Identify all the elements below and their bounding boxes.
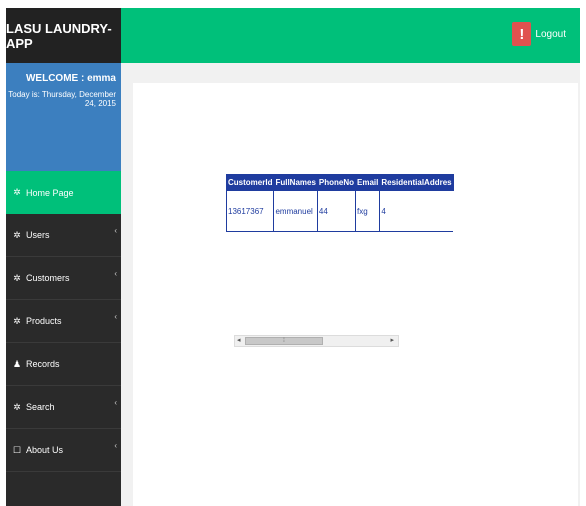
star-icon: ✲ — [13, 229, 21, 240]
table-header-row: CustomerId FullNames PhoneNo Email Resid… — [225, 174, 454, 191]
chevron-left-icon: ‹ — [114, 269, 117, 278]
column-header: PhoneNo — [316, 174, 357, 191]
sidebar-item-label: Customers — [26, 273, 70, 283]
sidebar-item-search[interactable]: ✲ Search ‹ — [6, 386, 121, 429]
alert-icon: ! — [512, 22, 532, 46]
column-header: CustomerId — [225, 174, 275, 191]
star-icon: ✲ — [13, 315, 21, 326]
scroll-left-icon[interactable]: ◂ — [237, 336, 241, 346]
sidebar-item-label: Products — [26, 316, 62, 326]
sidebar-item-label: About Us — [26, 445, 64, 455]
app-title: LASU LAUNDRY-APP — [6, 8, 121, 63]
sidebar-item-label: Records — [26, 359, 60, 369]
table-cell: emmanuel — [273, 190, 318, 232]
logout-button[interactable]: ! Logout — [512, 22, 566, 46]
sidebar-item-label: Search — [26, 402, 55, 412]
sidebar-item-about-us[interactable]: ☐ About Us ‹ — [6, 429, 121, 472]
welcome-panel: WELCOME : emma Today is: Thursday, Decem… — [6, 63, 121, 171]
sidebar: WELCOME : emma Today is: Thursday, Decem… — [6, 63, 121, 506]
customers-table: CustomerId FullNames PhoneNo Email Resid… — [225, 174, 454, 232]
star-icon: ✲ — [13, 272, 21, 283]
square-icon: ☐ — [12, 444, 22, 455]
current-date: Today is: Thursday, December 24, 2015 — [8, 90, 116, 108]
star-icon: ✲ — [13, 401, 21, 412]
chevron-left-icon: ‹ — [114, 441, 117, 450]
sidebar-item-records[interactable]: ♟ Records — [6, 343, 121, 386]
scroll-right-icon[interactable]: ▸ — [390, 336, 394, 346]
horizontal-scrollbar[interactable]: ◂ ⁞ ▸ — [234, 335, 399, 347]
table-cell: 44 — [316, 190, 356, 232]
table-cell: 13617367 — [225, 190, 274, 232]
main-content: CustomerId FullNames PhoneNo Email Resid… — [133, 83, 578, 506]
sidebar-item-label: Users — [26, 230, 50, 240]
logout-label: Logout — [535, 28, 566, 40]
app-window: LASU LAUNDRY-APP ! Logout WELCOME : emma… — [6, 8, 580, 506]
table-cell: fxg — [355, 190, 380, 232]
column-header: Email — [355, 174, 381, 191]
sidebar-item-home-page[interactable]: ✲ Home Page — [6, 171, 121, 214]
sidebar-item-customers[interactable]: ✲ Customers ‹ — [6, 257, 121, 300]
sidebar-item-products[interactable]: ✲ Products ‹ — [6, 300, 121, 343]
chevron-left-icon: ‹ — [114, 398, 117, 407]
table-row: 13617367 emmanuel 44 fxg 4 — [225, 190, 454, 232]
sidebar-item-users[interactable]: ✲ Users ‹ — [6, 214, 121, 257]
table-cell: 4 — [379, 190, 454, 232]
welcome-greeting: WELCOME : emma — [25, 73, 116, 84]
user-icon: ♟ — [12, 358, 22, 369]
column-header: ResidentialAddres — [379, 174, 454, 191]
scrollbar-thumb[interactable]: ⁞ — [245, 337, 323, 345]
top-bar: ! Logout — [121, 8, 580, 63]
star-icon: ✲ — [13, 187, 21, 197]
column-header: FullNames — [273, 174, 318, 191]
chevron-left-icon: ‹ — [114, 226, 117, 235]
chevron-left-icon: ‹ — [114, 312, 117, 321]
sidebar-item-label: Home Page — [26, 187, 74, 198]
